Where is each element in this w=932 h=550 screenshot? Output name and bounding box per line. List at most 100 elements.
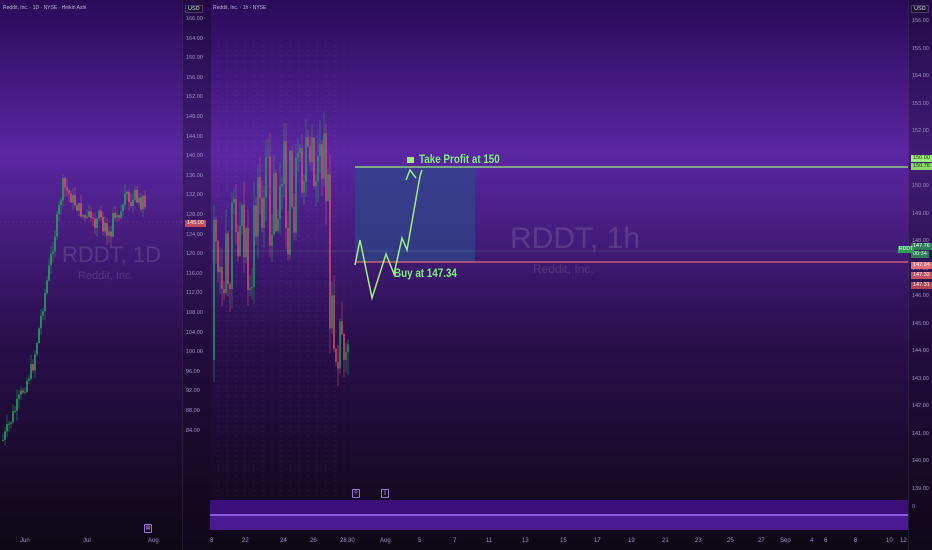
candle: [58, 201, 60, 222]
target-marker-icon[interactable]: [407, 157, 414, 163]
candle: [42, 308, 44, 321]
hourly-price-tick: 152.00: [912, 128, 929, 134]
hourly-price-tick: 144.00: [912, 348, 929, 354]
hourly-price-tick: 154.00: [912, 73, 929, 79]
daily-price-tick: 88.00: [186, 408, 200, 414]
candle: [331, 281, 333, 334]
candle: [66, 178, 68, 197]
candle: [297, 137, 299, 172]
candle: [52, 242, 54, 263]
daily-price-tick: 112.00: [186, 290, 203, 297]
alert-icon[interactable]: ⚲: [352, 489, 360, 498]
hourly-price-tick: 142.00: [912, 403, 929, 409]
hourly-time-label: 23: [695, 538, 702, 544]
info-icon[interactable]: ▯: [381, 489, 389, 498]
candle: [241, 203, 243, 235]
candle: [130, 193, 132, 208]
candle: [112, 208, 114, 238]
candle: [345, 342, 347, 373]
take-profit-annotation[interactable]: Take Profit at 150: [419, 152, 500, 166]
hourly-time-label: 13: [522, 538, 529, 544]
candle: [124, 184, 126, 210]
daily-price-tick: 104.00: [186, 329, 203, 336]
candle: [325, 123, 327, 225]
candle: [30, 354, 32, 382]
daily-price-tick: 124.00: [186, 231, 203, 238]
daily-price-axis[interactable]: USD 166.00 164.00 160.00 156.00 152.00 148.00…: [182, 0, 211, 550]
candle: [84, 214, 86, 222]
candle: [307, 129, 309, 148]
candle: [247, 209, 249, 306]
candle: [253, 182, 255, 304]
candle: [245, 227, 247, 264]
candle: [335, 347, 337, 367]
buy-annotation[interactable]: Buy at 147.34: [394, 266, 457, 280]
candle: [92, 213, 94, 227]
candle: [295, 143, 297, 241]
hourly-price-axis[interactable]: USD 156.00155.00154.00153.00152.00151.00…: [908, 0, 932, 550]
candle: [281, 176, 283, 210]
hourly-chart-pane[interactable]: Reddit, Inc. · 1h · NYSE RDDT, 1h Reddit…: [210, 0, 908, 550]
hourly-price-tick: 141.00: [912, 430, 929, 437]
hourly-time-label: 8: [854, 538, 858, 544]
candle: [100, 206, 102, 221]
candle: [48, 257, 50, 282]
candle: [128, 188, 130, 211]
candle: [337, 345, 339, 387]
daily-candles: [0, 174, 182, 445]
candle: [38, 327, 40, 344]
candle: [120, 204, 122, 220]
candle: [275, 169, 277, 233]
chart-icon[interactable]: ▤: [144, 524, 152, 533]
candle: [138, 192, 140, 209]
candle: [347, 339, 349, 376]
profit-zone[interactable]: [355, 167, 475, 262]
candle: [104, 216, 106, 237]
hourly-price-tick: 143.00: [912, 375, 929, 382]
daily-price-tick: 156.00: [186, 74, 203, 81]
candle: [142, 194, 144, 217]
hourly-time-label: 24: [280, 538, 287, 544]
candle: [289, 150, 291, 260]
hourly-time-label: 30: [348, 538, 355, 544]
candle: [341, 302, 343, 336]
candle: [26, 377, 28, 394]
candle: [32, 359, 34, 373]
candle: [237, 224, 239, 262]
candle: [317, 135, 319, 203]
take-profit-price-tag-2: 150.76: [911, 163, 932, 170]
hourly-time-label: 19: [628, 538, 635, 544]
hourly-time-label: 10: [886, 538, 893, 544]
candle: [339, 318, 341, 374]
candle: [305, 119, 307, 197]
hourly-watermark-name: Reddit, Inc.: [533, 262, 594, 276]
hourly-time-label: 21: [662, 538, 669, 544]
candle: [102, 211, 104, 236]
candle: [293, 193, 295, 241]
candle: [110, 226, 112, 247]
daily-price-tick: 128.00: [186, 212, 203, 218]
candle: [70, 190, 72, 203]
hourly-price-tick: 145.00: [912, 320, 929, 327]
candle: [261, 180, 263, 233]
candle: [54, 230, 56, 258]
hourly-currency-label: USD: [911, 5, 929, 13]
daily-chart-pane[interactable]: Reddit, Inc. · 1D · NYSE · Heikin Ashi R…: [0, 0, 182, 550]
candle: [229, 281, 231, 312]
candle: [40, 308, 42, 335]
candle: [108, 226, 110, 243]
candle: [76, 203, 78, 212]
symbol-tag: RDDT: [898, 246, 914, 253]
daily-current-price-tag: 145.00: [185, 220, 206, 227]
candle: [94, 211, 96, 235]
candle: [28, 375, 30, 385]
hourly-price-tick: 140.00: [912, 458, 929, 464]
candle: [12, 404, 14, 424]
candle: [323, 112, 325, 187]
hourly-time-label: 8: [210, 538, 214, 544]
daily-time-label: Jul: [83, 538, 91, 544]
daily-time-label: Jun: [20, 538, 30, 544]
candle: [14, 405, 16, 414]
candle: [227, 231, 229, 297]
candle: [132, 191, 134, 212]
